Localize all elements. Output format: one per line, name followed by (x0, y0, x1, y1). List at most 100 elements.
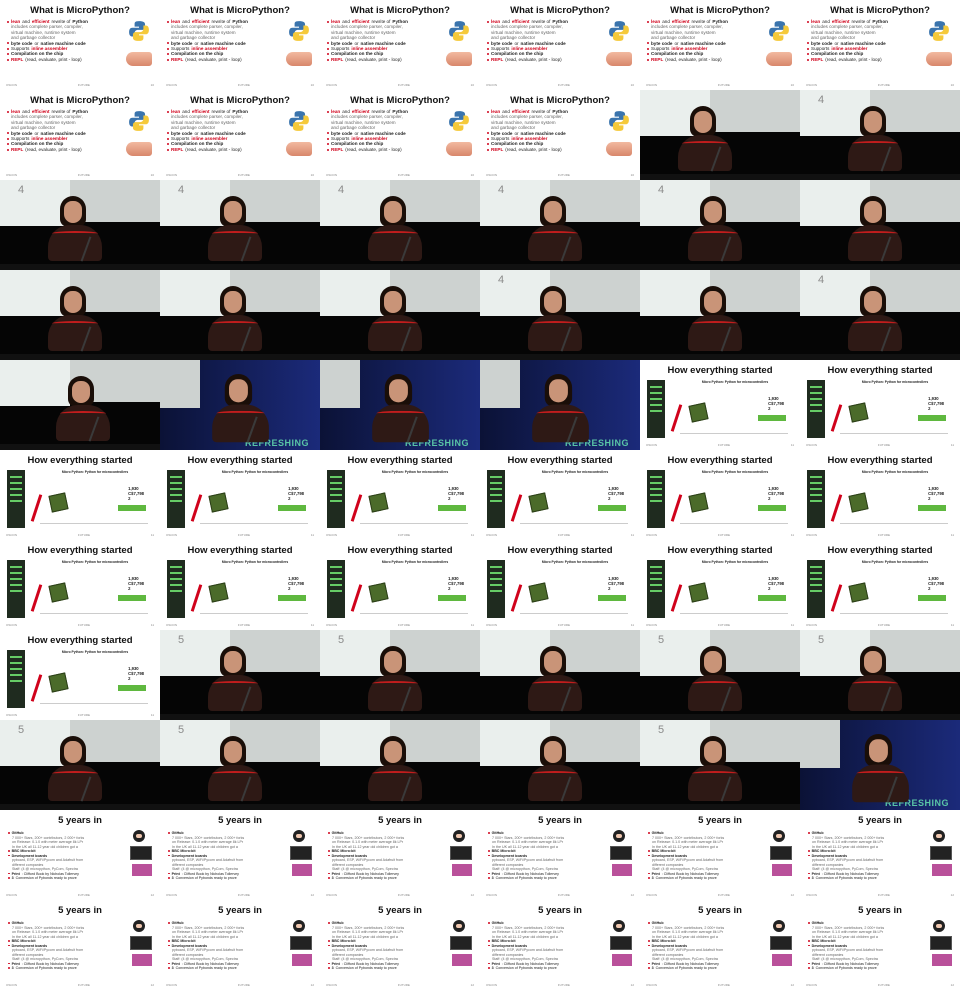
speaker-trim (372, 321, 418, 326)
octocat-icon (613, 920, 625, 932)
bullet-dot (168, 962, 170, 965)
footer-label: 10 (310, 173, 314, 177)
bullet-text: Conversion of Pybonds ready to prove (815, 966, 877, 970)
footer-label: FUTURE (557, 83, 570, 87)
kickstarter-stats: 1,930 C$7,798 2 (928, 396, 944, 411)
stat-value: 2 (288, 496, 291, 501)
footer-label: 11 (790, 443, 794, 447)
footer-label: FUTURE (237, 533, 251, 537)
slide-title: 5 years in (378, 905, 422, 916)
divider (40, 523, 148, 524)
bullet-dot (648, 850, 650, 852)
speaker-face (869, 739, 888, 763)
slide-frame-micropython: What is MicroPython? lean and efficient r… (800, 0, 960, 90)
bullet-text: (read, evaluate, print - loop) (345, 56, 402, 62)
slide-frame-started: How everything started Micro Python: Pyth… (480, 450, 640, 540)
footer-label: 10 (470, 173, 474, 177)
kickstarter-heading: Micro Python: Python for microcontroller… (61, 560, 129, 564)
kickstarter-stats: 1,930 C$7,798 2 (768, 396, 784, 411)
slide-frame-fiveyears: 5 years in GitHub 7 000+ Stars, 200+ contr… (160, 810, 320, 900)
stage-frame: 5 (640, 720, 800, 810)
pyboard-icon (292, 864, 312, 876)
kickstarter-sidebar (7, 470, 25, 528)
speaker-trim (52, 771, 98, 776)
slide-title: How everything started (27, 455, 133, 466)
speaker-figure (528, 374, 593, 443)
bullet-dot (8, 877, 10, 879)
kickstarter-stats: 1,930 C$7,798 2 (288, 576, 304, 591)
speaker-figure (44, 736, 106, 802)
slide-footer: OSCON FUTURE 11 (6, 533, 154, 537)
stage-frame: 4 (0, 180, 160, 270)
bullet-dot (648, 854, 650, 857)
footer-label: FUTURE (557, 983, 570, 987)
bullet-dot (7, 20, 9, 23)
bullet-item: 3 Conversion of Pybonds ready to prove (488, 966, 588, 971)
speaker-face (704, 291, 722, 313)
microbit-board-icon (290, 846, 312, 860)
speaker-figure (674, 106, 736, 172)
fingertip-chip-icon (286, 142, 312, 156)
footer-label: 11 (790, 533, 794, 537)
microbit-board-icon (130, 936, 152, 950)
slide-footer: OSCON FUTURE 11 (326, 533, 474, 537)
speaker-figure (844, 106, 906, 172)
bullet-dot (328, 850, 330, 852)
slide-title: What is MicroPython? (30, 95, 130, 106)
bullet-text: 3 (171, 966, 174, 970)
bullet-dot (8, 832, 10, 834)
bullet-text: 3 (11, 876, 14, 880)
footer-label: 12 (150, 893, 154, 897)
bullet-dot (7, 132, 9, 135)
bullet-dot (167, 132, 169, 135)
footer-label: FUTURE (237, 893, 250, 897)
footer-label: 12 (790, 893, 794, 897)
stage-frame: REFRESHING (480, 360, 640, 450)
footer-label: OSCON (6, 713, 18, 717)
speaker-trim (376, 410, 425, 416)
slide-footer: OSCON FUTURE 11 (486, 533, 634, 537)
slide-footer: OSCON FUTURE 11 (6, 623, 154, 627)
footer-label: OSCON (486, 623, 498, 627)
speaker-face (224, 291, 242, 313)
slide-footer: OSCON FUTURE 10 (326, 83, 474, 87)
bullet-dot (648, 944, 650, 947)
stat-value: 2 (768, 406, 771, 411)
kickstarter-sidebar (807, 380, 825, 438)
pen-image (670, 494, 683, 522)
slide-frame-micropython: What is MicroPython? lean and efficient r… (640, 0, 800, 90)
slide-frame-fiveyears: 5 years in GitHub 7 000+ Stars, 200+ contr… (800, 900, 960, 990)
fingertip-chip-icon (126, 52, 152, 66)
bullet-item: REPL (read, evaluate, print - loop) (167, 147, 259, 152)
octocat-icon (613, 830, 625, 842)
kickstarter-heading: Micro Python: Python for microcontroller… (541, 560, 609, 564)
projection-screen (160, 360, 200, 408)
bullet-list: GitHub 7 000+ Stars, 200+ contributors, 2… (328, 921, 428, 971)
bullet-dot (488, 940, 490, 942)
speaker-face (544, 741, 562, 763)
footer-label: FUTURE (557, 173, 570, 177)
bullet-list: GitHub 7 000+ Stars, 200+ contributors, 2… (808, 831, 908, 881)
slide-title: 5 years in (538, 905, 582, 916)
fingertip-chip-icon (286, 52, 312, 66)
slide-footer: OSCON FUTURE 12 (646, 983, 794, 987)
stage-frame: REFRESHING (800, 720, 960, 810)
footer-label: OSCON (486, 533, 498, 537)
bullet-item: REPL (read, evaluate, print - loop) (7, 57, 99, 62)
bullet-text: 3 (491, 966, 494, 970)
footer-label: OSCON (6, 983, 18, 987)
speaker-face (864, 201, 882, 223)
bullet-dot (488, 850, 490, 852)
pyboard-icon (932, 954, 952, 966)
bullet-list: GitHub 7 000+ Stars, 200+ contributors, 2… (8, 831, 108, 881)
slide-footer: OSCON FUTURE 12 (326, 983, 474, 987)
stage-frame (0, 360, 160, 450)
kickstarter-heading: Micro Python: Python for microcontroller… (221, 470, 289, 474)
slide-title: How everything started (27, 545, 133, 556)
back-project-button (278, 595, 306, 601)
bullet-list: GitHub 7 000+ Stars, 200+ contributors, 2… (8, 921, 108, 971)
slide-footer: OSCON FUTURE 12 (806, 983, 954, 987)
bullet-dot (7, 148, 9, 151)
thumbnail-grid: What is MicroPython? lean and efficient r… (0, 0, 960, 990)
bullet-text: 3 (651, 876, 654, 880)
